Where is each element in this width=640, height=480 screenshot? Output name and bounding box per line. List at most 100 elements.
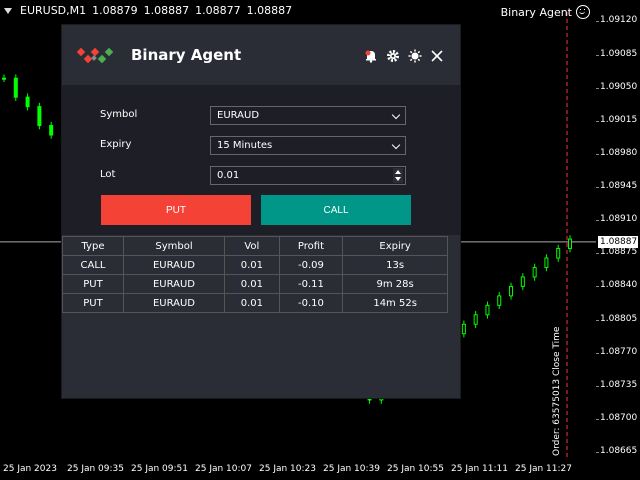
chevron-down-icon	[391, 140, 401, 150]
cell-type: CALL	[62, 255, 124, 275]
time-tick-label: 25 Jan 10:07	[195, 464, 252, 474]
candle-body	[49, 125, 54, 136]
expert-advisor-label[interactable]: Binary Agent	[501, 5, 590, 19]
gear-icon[interactable]	[386, 49, 400, 63]
cell-symbol: EURAUD	[122, 293, 226, 313]
candle-body	[2, 77, 6, 80]
price-tick-label: 1.08805	[600, 313, 638, 324]
put-button[interactable]: PUT	[101, 195, 251, 225]
header-profit[interactable]: Profit	[278, 236, 344, 256]
candle-body	[509, 285, 514, 297]
ea-name: Binary Agent	[500, 5, 572, 19]
smile-icon	[576, 5, 590, 19]
lot-stepper[interactable]	[393, 168, 403, 183]
close-icon[interactable]	[430, 49, 444, 63]
price-tick-label: 1.08910	[600, 214, 638, 225]
candle-body	[568, 238, 572, 250]
candle-body	[556, 248, 561, 259]
cell-profit: -0.09	[278, 255, 344, 275]
candle-body	[37, 106, 42, 127]
binary-agent-panel: Binary Agent Symbol EURAUD Expiry 15 Min…	[62, 25, 460, 398]
cell-expiry: 14m 52s	[342, 293, 448, 313]
stepper-up-icon[interactable]	[395, 170, 401, 174]
candle-body	[25, 96, 30, 108]
time-tick-label: 25 Jan 10:23	[259, 464, 316, 474]
symbol-label: Symbol	[100, 109, 138, 120]
expiry-label: Expiry	[100, 139, 132, 150]
lot-input[interactable]: 0.01	[210, 166, 406, 185]
candle-body	[461, 323, 466, 335]
cell-vol: 0.01	[224, 274, 280, 294]
time-axis: 25 Jan 2023 25 Jan 09:35 25 Jan 09:51 25 Ja…	[0, 460, 596, 480]
cell-expiry: 9m 28s	[342, 274, 448, 294]
time-tick-label: 25 Jan 09:51	[131, 464, 188, 474]
trades-table: Type Symbol Vol Profit Expiry CALL EURAU…	[62, 236, 448, 313]
lot-row: Lot 0.01	[100, 166, 420, 186]
cell-symbol: EURAUD	[122, 255, 226, 275]
header-vol[interactable]: Vol	[224, 236, 280, 256]
candle-body	[13, 77, 18, 98]
price-tick-label: 1.08840	[600, 280, 638, 291]
time-tick-label: 25 Jan 2023	[3, 464, 57, 474]
triangle-down-icon[interactable]	[4, 7, 12, 14]
lot-value: 0.01	[217, 170, 240, 181]
symbol-label: EURUSD,M1	[20, 4, 87, 17]
chart-topbar: EURUSD,M1 1.08879 1.08887 1.08877 1.0888…	[0, 0, 640, 20]
header-expiry[interactable]: Expiry	[342, 236, 448, 256]
header-symbol[interactable]: Symbol	[122, 236, 226, 256]
candle-body	[497, 295, 502, 306]
panel-title: Binary Agent	[131, 46, 242, 64]
symbol-row: Symbol EURAUD	[100, 106, 420, 126]
time-tick-label: 25 Jan 10:39	[323, 464, 380, 474]
price-tick-label: 1.09015	[600, 114, 638, 125]
table-header-row: Type Symbol Vol Profit Expiry	[62, 236, 448, 256]
symbol-info: EURUSD,M1 1.08879 1.08887 1.08877 1.0888…	[4, 4, 292, 17]
lot-label: Lot	[100, 169, 116, 180]
candle-body	[473, 314, 478, 325]
candle-body	[520, 276, 525, 287]
cell-symbol: EURAUD	[122, 274, 226, 294]
price-tick-label: 1.08875	[600, 247, 638, 258]
price-tick-label: 1.09050	[600, 81, 638, 92]
candle-body	[485, 304, 490, 316]
call-button[interactable]: CALL	[261, 195, 411, 225]
table-row[interactable]: PUT EURAUD 0.01 -0.10 14m 52s	[62, 293, 448, 313]
stepper-down-icon[interactable]	[395, 177, 401, 181]
symbol-value: EURAUD	[217, 110, 260, 121]
time-tick-label: 25 Jan 11:11	[451, 464, 508, 474]
header-type[interactable]: Type	[62, 236, 124, 256]
time-tick-label: 25 Jan 09:35	[67, 464, 124, 474]
time-tick-label: 25 Jan 11:27	[515, 464, 572, 474]
price-tick-label: 1.09120	[600, 15, 638, 26]
price-tick-label: 1.08735	[600, 379, 638, 390]
table-row[interactable]: CALL EURAUD 0.01 -0.09 13s	[62, 255, 448, 275]
expiry-value: 15 Minutes	[217, 140, 273, 151]
cell-vol: 0.01	[224, 255, 280, 275]
chevron-down-icon	[391, 110, 401, 120]
cell-expiry: 13s	[342, 255, 448, 275]
price-tick-label: 1.09085	[600, 48, 638, 59]
expiry-row: Expiry 15 Minutes	[100, 136, 420, 156]
close-price: 1.08887	[246, 4, 293, 17]
table-row[interactable]: PUT EURAUD 0.01 -0.11 9m 28s	[62, 274, 448, 294]
sun-icon[interactable]	[408, 49, 422, 63]
open-price: 1.08879	[92, 4, 138, 17]
price-tick-label: 1.08980	[600, 147, 638, 158]
header-icons	[364, 49, 444, 63]
price-tick-label: 1.08945	[600, 181, 638, 192]
candle-body	[532, 266, 537, 278]
symbol-select[interactable]: EURAUD	[210, 106, 406, 125]
time-tick-label: 25 Jan 10:55	[387, 464, 444, 474]
close-time-marker-label: Order: 63575013 Close Time	[552, 326, 562, 456]
expiry-select[interactable]: 15 Minutes	[210, 136, 406, 155]
logo-icon	[76, 47, 114, 64]
notification-icon[interactable]	[364, 49, 378, 63]
panel-header[interactable]: Binary Agent	[62, 25, 460, 85]
high-price: 1.08887	[143, 4, 190, 17]
current-price-label: 1.08887	[598, 236, 638, 248]
cell-vol: 0.01	[224, 293, 280, 313]
low-price: 1.08877	[195, 4, 241, 17]
price-tick-label: 1.08700	[600, 412, 638, 423]
price-tick-label: 1.08770	[600, 346, 638, 357]
cell-type: PUT	[62, 293, 124, 313]
